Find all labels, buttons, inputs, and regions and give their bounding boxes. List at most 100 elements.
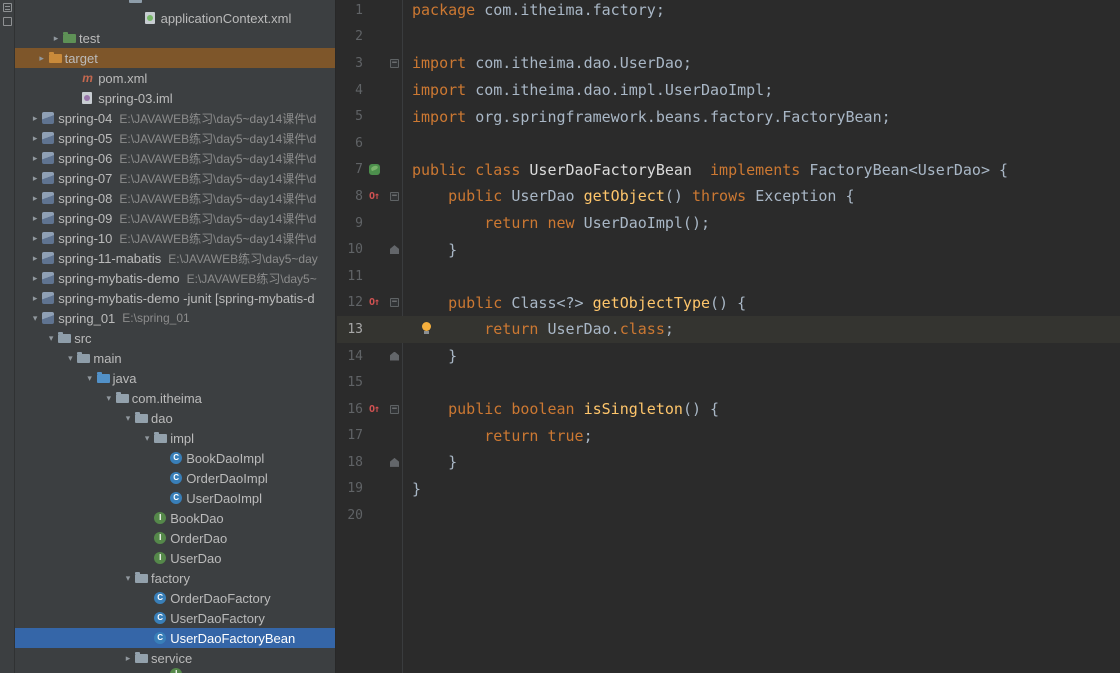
code-line-4[interactable]: 4 import com.itheima.dao.impl.UserDaoImpl… bbox=[337, 77, 1120, 104]
code-line-11[interactable]: 11 bbox=[337, 263, 1120, 290]
code-line-8[interactable]: 8 O↑ − public UserDao getObject() throws E… bbox=[337, 183, 1120, 210]
chevron-right-icon[interactable]: ▸ bbox=[28, 153, 42, 164]
tree-item-bookdaoimpl[interactable]: C BookDaoImpl bbox=[15, 448, 335, 468]
tool-window-project-icon[interactable] bbox=[2, 17, 12, 26]
fold-start-icon[interactable]: − bbox=[390, 191, 399, 201]
tree-item-userdaofactorybean[interactable]: C UserDaoFactoryBean bbox=[15, 628, 335, 648]
line-number[interactable]: 8 bbox=[337, 189, 363, 204]
tree-item-impl[interactable]: ▾ impl bbox=[15, 428, 335, 448]
code-line-5[interactable]: 5 import org.springframework.beans.factor… bbox=[337, 103, 1120, 130]
code-line-6[interactable]: 6 bbox=[337, 130, 1120, 157]
chevron-down-icon[interactable]: ▾ bbox=[28, 313, 42, 324]
code-line-19[interactable]: 19} bbox=[337, 476, 1120, 503]
chevron-right-icon[interactable]: ▸ bbox=[28, 293, 42, 304]
chevron-down-icon[interactable]: ▾ bbox=[121, 573, 135, 584]
tree-item-spring-08[interactable]: ▸ spring-08 E:\JAVAWEB练习\day5~day14课件\d bbox=[15, 188, 335, 208]
code-line-10[interactable]: 10 } bbox=[337, 236, 1120, 263]
tree-item-spring-mybatis-demo[interactable]: ▸ spring-mybatis-demo E:\JAVAWEB练习\day5~ bbox=[15, 268, 335, 288]
chevron-right-icon[interactable]: ▸ bbox=[28, 233, 42, 244]
line-number[interactable]: 5 bbox=[337, 109, 363, 124]
code-line-16[interactable]: 16 O↑ − public boolean isSingleton() { bbox=[337, 396, 1120, 423]
fold-start-icon[interactable]: − bbox=[390, 58, 399, 68]
line-number[interactable]: 16 bbox=[337, 402, 363, 417]
line-number[interactable]: 14 bbox=[337, 349, 363, 364]
code-line-13[interactable]: 13 return UserDao. class; bbox=[337, 316, 1120, 343]
tree-item-test[interactable]: ▸ test bbox=[15, 28, 335, 48]
code-line-2[interactable]: 2 bbox=[337, 24, 1120, 51]
chevron-right-icon[interactable]: ▸ bbox=[49, 33, 63, 44]
chevron-right-icon[interactable]: ▸ bbox=[121, 653, 135, 664]
line-number[interactable]: 11 bbox=[337, 269, 363, 284]
tree-item-service[interactable]: ▸ service bbox=[15, 648, 335, 668]
line-number[interactable]: 19 bbox=[337, 481, 363, 496]
tree-item-userdaoimpl[interactable]: C UserDaoImpl bbox=[15, 488, 335, 508]
chevron-right-icon[interactable]: ▸ bbox=[28, 213, 42, 224]
tree-item-spring_01[interactable]: ▾ spring_01 E:\spring_01 bbox=[15, 308, 335, 328]
line-number[interactable]: 10 bbox=[337, 242, 363, 257]
tree-item-main[interactable]: ▾ main bbox=[15, 348, 335, 368]
chevron-down-icon[interactable]: ▾ bbox=[44, 333, 58, 344]
code-line-12[interactable]: 12 O↑ − public Class<?> getObjectType() { bbox=[337, 290, 1120, 317]
line-number[interactable]: 13 bbox=[337, 322, 363, 337]
tree-item-spring-03-iml[interactable]: spring-03.iml bbox=[15, 88, 335, 108]
code-line-1[interactable]: 1 package com.itheima.factory; bbox=[337, 0, 1120, 24]
chevron-right-icon[interactable]: ▸ bbox=[28, 193, 42, 204]
line-number[interactable]: 18 bbox=[337, 455, 363, 470]
fold-start-icon[interactable]: − bbox=[390, 404, 399, 414]
chevron-right-icon[interactable]: ▸ bbox=[28, 173, 42, 184]
spring-bean-icon[interactable] bbox=[368, 164, 380, 176]
line-number[interactable]: 7 bbox=[337, 162, 363, 177]
tree-item-spring-09[interactable]: ▸ spring-09 E:\JAVAWEB练习\day5~day14课件\d bbox=[15, 208, 335, 228]
fold-end-icon[interactable] bbox=[390, 245, 399, 255]
code-line-9[interactable]: 9 return new UserDaoImpl(); bbox=[337, 210, 1120, 237]
fold-start-icon[interactable]: − bbox=[390, 298, 399, 308]
tree-item-spring-06[interactable]: ▸ spring-06 E:\JAVAWEB练习\day5~day14课件\d bbox=[15, 148, 335, 168]
fold-end-icon[interactable] bbox=[390, 351, 399, 361]
override-method-icon[interactable]: O↑ bbox=[369, 297, 380, 308]
chevron-right-icon[interactable]: ▸ bbox=[28, 133, 42, 144]
tree-item-src[interactable]: ▾ src bbox=[15, 328, 335, 348]
fold-end-icon[interactable] bbox=[390, 457, 399, 467]
chevron-down-icon[interactable]: ▾ bbox=[63, 353, 77, 364]
chevron-right-icon[interactable]: ▸ bbox=[28, 273, 42, 284]
chevron-right-icon[interactable]: ▸ bbox=[35, 53, 49, 64]
chevron-right-icon[interactable]: ▸ bbox=[28, 113, 42, 124]
code-line-20[interactable]: 20 bbox=[337, 502, 1120, 529]
chevron-down-icon[interactable]: ▾ bbox=[140, 433, 154, 444]
line-number[interactable]: 2 bbox=[337, 29, 363, 44]
tree-item-userdao[interactable]: I UserDao bbox=[15, 548, 335, 568]
tree-item-factory[interactable]: ▾ factory bbox=[15, 568, 335, 588]
line-number[interactable]: 3 bbox=[337, 56, 363, 71]
line-number[interactable]: 20 bbox=[337, 508, 363, 523]
line-number[interactable]: 9 bbox=[337, 216, 363, 231]
tree-item-spring-10[interactable]: ▸ spring-10 E:\JAVAWEB练习\day5~day14课件\d bbox=[15, 228, 335, 248]
tree-item-orderdaofactory[interactable]: C OrderDaoFactory bbox=[15, 588, 335, 608]
tree-item-target[interactable]: ▸ target bbox=[15, 48, 335, 68]
code-line-14[interactable]: 14 } bbox=[337, 343, 1120, 370]
line-number[interactable]: 6 bbox=[337, 136, 363, 151]
tree-item-spring-04[interactable]: ▸ spring-04 E:\JAVAWEB练习\day5~day14课件\d bbox=[15, 108, 335, 128]
chevron-down-icon[interactable]: ▾ bbox=[121, 413, 135, 424]
tree-item-userdaofactory[interactable]: C UserDaoFactory bbox=[15, 608, 335, 628]
tree-item-pom-xml[interactable]: m pom.xml bbox=[15, 68, 335, 88]
tree-item-orderdaoimpl[interactable]: C OrderDaoImpl bbox=[15, 468, 335, 488]
tree-item-spring-07[interactable]: ▸ spring-07 E:\JAVAWEB练习\day5~day14课件\d bbox=[15, 168, 335, 188]
code-line-3[interactable]: 3− import com.itheima.dao.UserDao; bbox=[337, 50, 1120, 77]
override-method-icon[interactable]: O↑ bbox=[369, 191, 380, 202]
line-number[interactable]: 1 bbox=[337, 3, 363, 18]
tree-item-spring-mybatis-demo-junit-spring-mybatis-d[interactable]: ▸ spring-mybatis-demo -junit [spring-myba… bbox=[15, 288, 335, 308]
tree-item-spring-11-mabatis[interactable]: ▸ spring-11-mabatis E:\JAVAWEB练习\day5~day bbox=[15, 248, 335, 268]
tree-item-java[interactable]: ▾ java bbox=[15, 368, 335, 388]
tool-window-structure-icon[interactable] bbox=[2, 3, 12, 12]
code-editor[interactable]: 1 package com.itheima.factory; 2 3− import c… bbox=[337, 0, 1120, 673]
line-number[interactable]: 15 bbox=[337, 375, 363, 390]
tree-item-spring-05[interactable]: ▸ spring-05 E:\JAVAWEB练习\day5~day14课件\d bbox=[15, 128, 335, 148]
override-method-icon[interactable]: O↑ bbox=[369, 404, 380, 415]
tree-item-bookdao[interactable]: I BookDao bbox=[15, 508, 335, 528]
line-number[interactable]: 12 bbox=[337, 295, 363, 310]
tree-item[interactable]: I bbox=[15, 668, 335, 673]
code-line-7[interactable]: 7 public class UserDaoFactoryBean impleme… bbox=[337, 157, 1120, 184]
chevron-down-icon[interactable]: ▾ bbox=[102, 393, 116, 404]
tree-item-com-itheima[interactable]: ▾ com.itheima bbox=[15, 388, 335, 408]
tree-item[interactable] bbox=[15, 0, 335, 8]
